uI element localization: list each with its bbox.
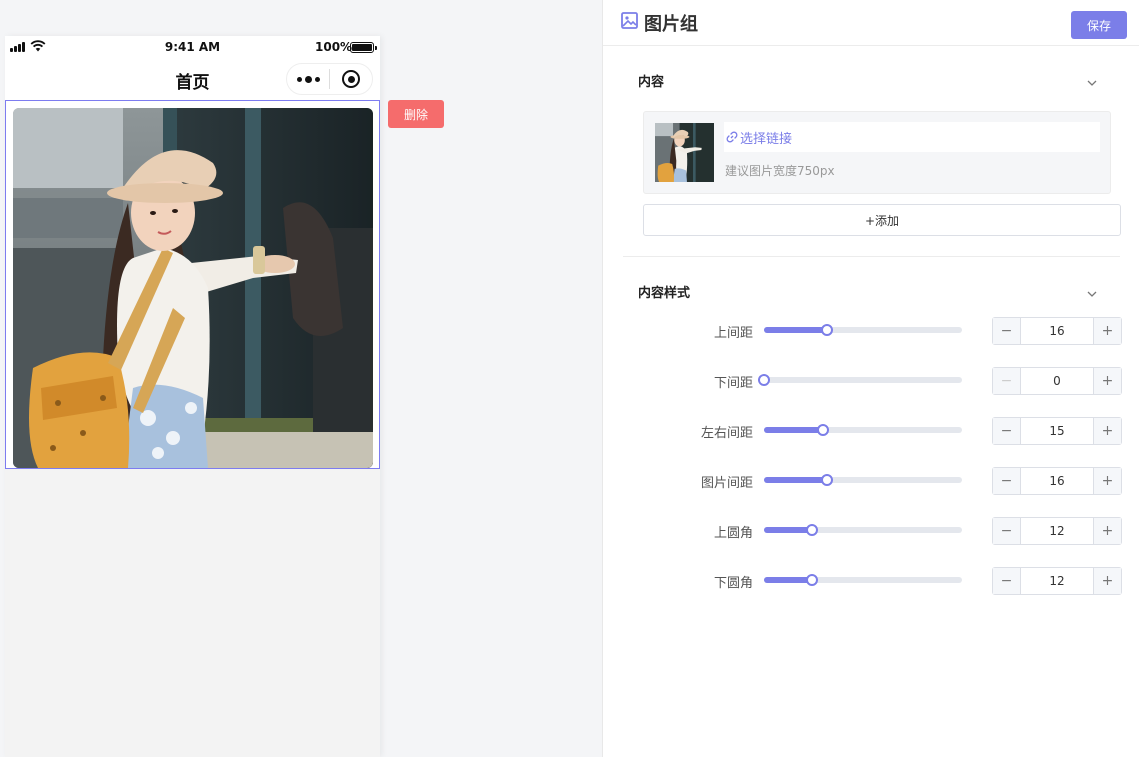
settings-panel: 图片组 保存 内容 选择链接 建议图片宽度750px +添加 内容样式 上间距 … xyxy=(602,0,1139,757)
decrement-button[interactable]: − xyxy=(993,468,1021,494)
panel-title: 图片组 xyxy=(644,14,698,35)
slider-handle[interactable] xyxy=(817,424,830,436)
style-row-side-margin: 左右间距 − 15 + xyxy=(643,417,1123,445)
decrement-button[interactable]: − xyxy=(993,368,1021,394)
style-row-image-gap: 图片间距 − 16 + xyxy=(643,467,1123,495)
slider-fill xyxy=(764,427,824,433)
select-link-field[interactable]: 选择链接 xyxy=(724,122,1100,152)
preview-image xyxy=(13,108,373,468)
slider-fill xyxy=(764,577,812,583)
increment-button[interactable]: + xyxy=(1093,418,1121,444)
stepper-value[interactable]: 15 xyxy=(1021,418,1093,444)
select-link-label: 选择链接 xyxy=(740,131,793,147)
top-margin-stepper: − 16 + xyxy=(992,317,1122,345)
style-row-label: 上间距 xyxy=(713,326,753,341)
style-row-label: 上圆角 xyxy=(713,526,753,541)
side-margin-slider[interactable] xyxy=(764,424,962,436)
image-gap-stepper: − 16 + xyxy=(992,467,1122,495)
stepper-value[interactable]: 0 xyxy=(1021,368,1093,394)
image-group-block[interactable] xyxy=(5,100,380,469)
slider-handle[interactable] xyxy=(758,374,770,386)
style-row-bottom-margin: 下间距 − 0 + xyxy=(643,367,1123,395)
style-row-label: 下间距 xyxy=(713,376,753,391)
image-icon xyxy=(621,12,638,29)
style-section-title: 内容样式 xyxy=(638,286,691,301)
save-button[interactable]: 保存 xyxy=(1071,11,1127,39)
slider-handle[interactable] xyxy=(821,324,834,336)
style-row-bottom-radius: 下圆角 − 12 + xyxy=(643,567,1123,595)
slider-handle[interactable] xyxy=(821,474,834,486)
battery-icon xyxy=(350,42,377,53)
decrement-button[interactable]: − xyxy=(993,318,1021,344)
status-bar: 9:41 AM 100% xyxy=(5,36,380,58)
stepper-value[interactable]: 16 xyxy=(1021,468,1093,494)
slider-handle[interactable] xyxy=(805,524,818,536)
add-image-button[interactable]: +添加 xyxy=(643,204,1121,236)
bottom-radius-slider[interactable] xyxy=(764,574,962,586)
image-item-card: 选择链接 建议图片宽度750px xyxy=(643,111,1111,194)
style-row-top-radius: 上圆角 − 12 + xyxy=(643,517,1123,545)
bottom-margin-stepper: − 0 + xyxy=(992,367,1122,395)
content-section-header[interactable]: 内容 xyxy=(638,73,1098,93)
style-row-label: 图片间距 xyxy=(700,476,753,491)
battery-percent: 100% xyxy=(315,40,353,54)
style-row-top-margin: 上间距 − 16 + xyxy=(643,317,1123,345)
image-width-hint: 建议图片宽度750px xyxy=(725,164,835,178)
increment-button[interactable]: + xyxy=(1093,468,1121,494)
side-margin-stepper: − 15 + xyxy=(992,417,1122,445)
more-icon[interactable] xyxy=(287,64,329,94)
increment-button[interactable]: + xyxy=(1093,568,1121,594)
slider-fill xyxy=(764,327,828,333)
mini-program-navbar: 首页 xyxy=(5,58,380,100)
phone-preview: 9:41 AM 100% 首页 xyxy=(5,36,380,757)
style-row-label: 左右间距 xyxy=(700,426,753,441)
slider-handle[interactable] xyxy=(805,574,818,586)
increment-button[interactable]: + xyxy=(1093,368,1121,394)
stepper-value[interactable]: 16 xyxy=(1021,318,1093,344)
slider-fill xyxy=(764,477,828,483)
panel-header: 图片组 保存 xyxy=(603,0,1139,46)
chevron-down-icon[interactable] xyxy=(1086,288,1098,300)
stepper-value[interactable]: 12 xyxy=(1021,518,1093,544)
content-section-title: 内容 xyxy=(638,75,665,90)
bottom-radius-stepper: − 12 + xyxy=(992,567,1122,595)
section-divider xyxy=(623,256,1120,257)
link-icon xyxy=(726,131,738,143)
delete-button[interactable]: 删除 xyxy=(388,100,444,128)
slider-fill xyxy=(764,527,812,533)
top-radius-stepper: − 12 + xyxy=(992,517,1122,545)
image-thumbnail[interactable] xyxy=(655,123,714,182)
style-row-label: 下圆角 xyxy=(713,576,753,591)
bottom-margin-slider[interactable] xyxy=(758,374,962,386)
increment-button[interactable]: + xyxy=(1093,518,1121,544)
increment-button[interactable]: + xyxy=(1093,318,1121,344)
style-section-header[interactable]: 内容样式 xyxy=(638,284,1098,304)
capsule-menu xyxy=(286,63,373,95)
decrement-button[interactable]: − xyxy=(993,418,1021,444)
top-radius-slider[interactable] xyxy=(764,524,962,536)
image-gap-slider[interactable] xyxy=(764,474,962,486)
decrement-button[interactable]: − xyxy=(993,568,1021,594)
decrement-button[interactable]: − xyxy=(993,518,1021,544)
close-circle-icon[interactable] xyxy=(330,64,372,94)
top-margin-slider[interactable] xyxy=(764,324,962,336)
stepper-value[interactable]: 12 xyxy=(1021,568,1093,594)
chevron-down-icon[interactable] xyxy=(1086,77,1098,89)
